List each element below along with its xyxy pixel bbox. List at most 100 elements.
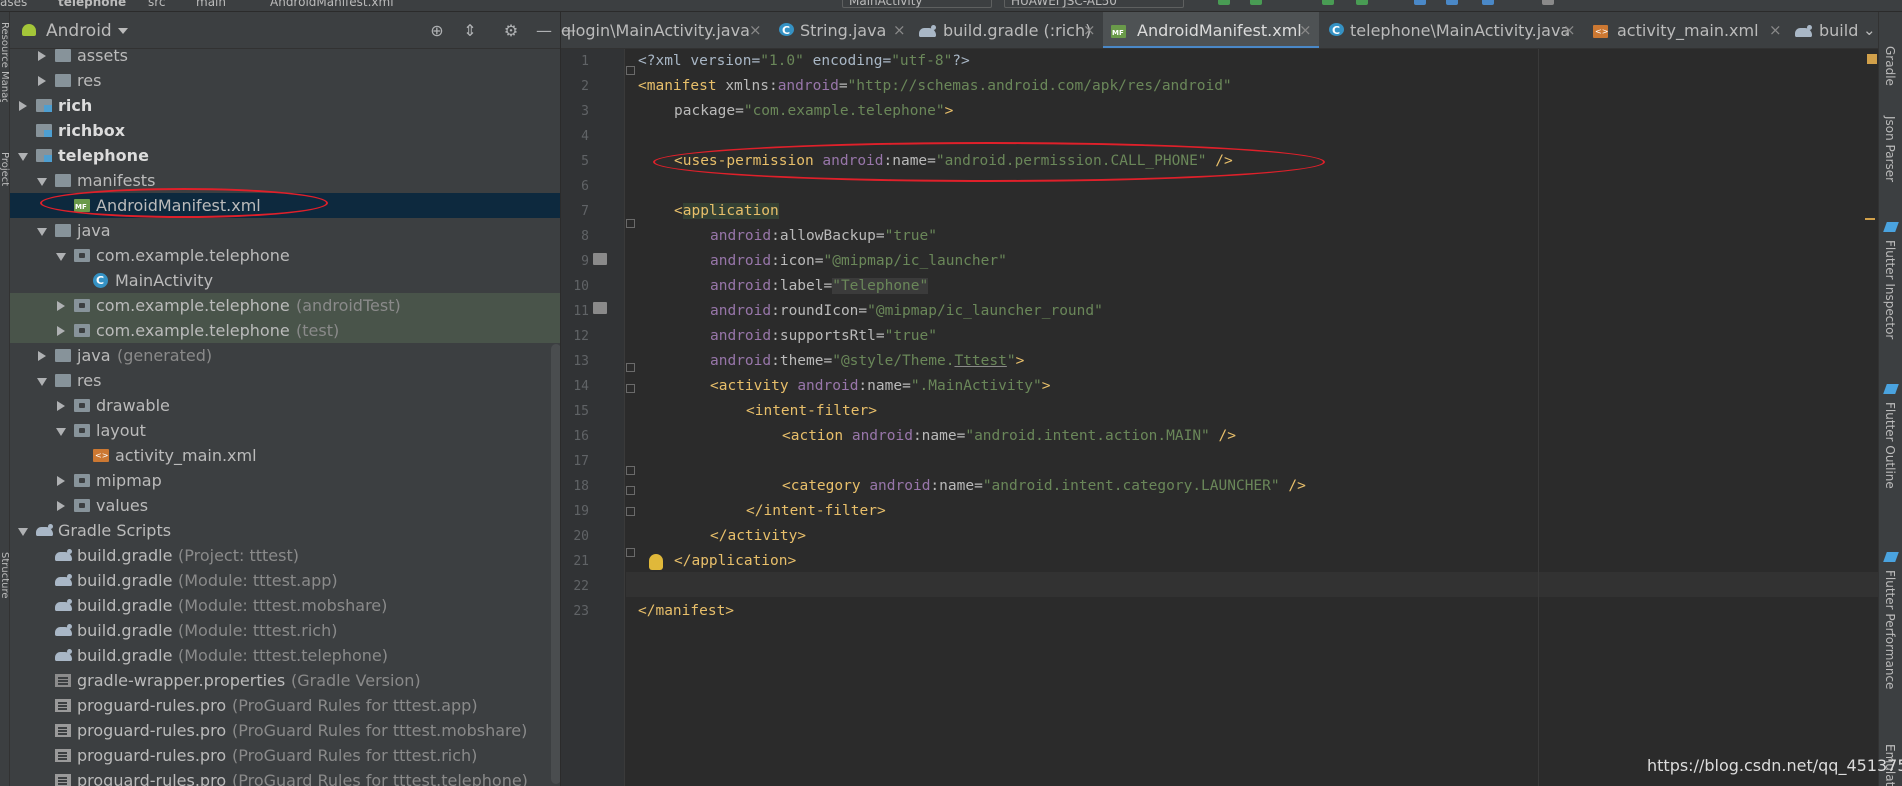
close-icon[interactable]: × bbox=[749, 12, 762, 48]
tree-item[interactable]: gradle-wrapper.properties (Gradle Version… bbox=[10, 668, 560, 693]
breadcrumb-item[interactable]: AndroidManifest.xml bbox=[270, 0, 394, 8]
close-icon[interactable]: × bbox=[1299, 12, 1312, 48]
search-icon[interactable] bbox=[1542, 0, 1554, 5]
tree-item[interactable]: build.gradle (Module: tttest.app) bbox=[10, 568, 560, 593]
chevron-down-icon[interactable]: ⌄ bbox=[1863, 12, 1876, 48]
project-view-select[interactable]: Android bbox=[46, 21, 112, 41]
tree-item[interactable]: build.gradle (Project: tttest) bbox=[10, 543, 560, 568]
tree-item[interactable]: MainActivity bbox=[10, 268, 560, 293]
tree-item[interactable]: com.example.telephone bbox=[10, 243, 560, 268]
tool-window-gradle[interactable]: Gradle bbox=[1883, 46, 1897, 86]
tool-window-resource-manager[interactable]: Resource Manager bbox=[0, 22, 10, 102]
tree-item[interactable]: proguard-rules.pro (ProGuard Rules for tt… bbox=[10, 768, 560, 786]
fold-marker-icon[interactable] bbox=[626, 363, 635, 372]
project-scrollbar[interactable] bbox=[551, 344, 560, 784]
chevron-down-icon[interactable] bbox=[118, 28, 128, 34]
tab-telephone-mainactivity[interactable]: telephone\MainActivity.java × bbox=[1323, 12, 1583, 48]
chevron-right-icon[interactable] bbox=[57, 401, 65, 411]
tool-window-json-parser[interactable]: Json Parser bbox=[1883, 116, 1897, 182]
fold-marker-icon[interactable] bbox=[626, 466, 635, 475]
tree-item[interactable]: Gradle Scripts bbox=[10, 518, 560, 543]
profile-icon[interactable] bbox=[1322, 0, 1334, 5]
fold-marker-icon[interactable] bbox=[626, 384, 635, 393]
close-icon[interactable]: × bbox=[1769, 12, 1782, 48]
fold-marker-icon[interactable] bbox=[626, 548, 635, 557]
tool-window-flutter-performance[interactable]: Flutter Performance bbox=[1883, 570, 1897, 689]
debug-icon[interactable] bbox=[1250, 0, 1262, 5]
tree-item[interactable]: res bbox=[10, 68, 560, 93]
tree-item[interactable]: rich bbox=[10, 93, 560, 118]
sdk-icon[interactable] bbox=[1482, 0, 1494, 5]
chevron-down-icon[interactable] bbox=[56, 428, 66, 436]
fold-marker-icon[interactable] bbox=[626, 66, 635, 75]
close-icon[interactable]: × bbox=[1563, 12, 1576, 48]
run-config-select[interactable]: MainActivity bbox=[842, 0, 992, 8]
tool-window-project[interactable]: Project bbox=[0, 152, 10, 292]
tree-item[interactable]: drawable bbox=[10, 393, 560, 418]
close-icon[interactable]: × bbox=[1083, 12, 1096, 48]
chevron-down-icon[interactable] bbox=[37, 378, 47, 386]
gear-icon[interactable]: ⚙ bbox=[502, 22, 520, 40]
locate-icon[interactable]: ⊕ bbox=[428, 22, 446, 40]
tree-item[interactable]: build.gradle (Module: tttest.rich) bbox=[10, 618, 560, 643]
breadcrumb-item[interactable]: src bbox=[148, 0, 166, 8]
chevron-down-icon[interactable] bbox=[37, 178, 47, 186]
chevron-down-icon[interactable] bbox=[37, 228, 47, 236]
breadcrumb-item[interactable]: main bbox=[196, 0, 226, 8]
tab-activity-main-xml[interactable]: activity_main.xml × bbox=[1587, 12, 1787, 48]
tree-item[interactable]: richbox bbox=[10, 118, 560, 143]
chevron-down-icon[interactable] bbox=[18, 153, 28, 161]
chevron-right-icon[interactable] bbox=[19, 101, 27, 111]
chevron-right-icon[interactable] bbox=[38, 51, 46, 61]
image-icon[interactable] bbox=[593, 302, 607, 314]
tree-item[interactable]: layout bbox=[10, 418, 560, 443]
tree-item[interactable]: telephone bbox=[10, 143, 560, 168]
tree-item[interactable]: build.gradle (Module: tttest.mobshare) bbox=[10, 593, 560, 618]
tree-item[interactable]: mipmap bbox=[10, 468, 560, 493]
chevron-right-icon[interactable] bbox=[57, 476, 65, 486]
tree-item[interactable]: activity_main.xml bbox=[10, 443, 560, 468]
fold-marker-icon[interactable] bbox=[626, 219, 635, 228]
warning-marker-icon[interactable] bbox=[1867, 54, 1877, 64]
lightbulb-icon[interactable] bbox=[649, 554, 663, 570]
tree-item[interactable]: proguard-rules.pro (ProGuard Rules for tt… bbox=[10, 693, 560, 718]
fold-marker-icon[interactable] bbox=[626, 507, 635, 516]
tree-item[interactable]: com.example.telephone (test) bbox=[10, 318, 560, 343]
collapse-all-icon[interactable]: ⇕ bbox=[461, 22, 479, 40]
code-editor[interactable]: 1 2 3 4 5 6 7 8 9 10 11 12 13 14 15 16 17 18 19 20 21 22 23 <?… bbox=[561, 49, 1878, 786]
attach-icon[interactable] bbox=[1356, 0, 1368, 5]
image-icon[interactable] bbox=[593, 253, 607, 265]
tree-item[interactable]: AndroidManifest.xml bbox=[10, 193, 560, 218]
close-icon[interactable]: × bbox=[893, 12, 906, 48]
sync-icon[interactable] bbox=[1414, 0, 1426, 5]
chevron-down-icon[interactable] bbox=[18, 528, 28, 536]
breadcrumb-item[interactable]: telephone bbox=[58, 0, 126, 8]
tree-item[interactable]: proguard-rules.pro (ProGuard Rules for tt… bbox=[10, 743, 560, 768]
fold-marker-icon[interactable] bbox=[626, 486, 635, 495]
tree-item[interactable]: manifests bbox=[10, 168, 560, 193]
chevron-right-icon[interactable] bbox=[38, 351, 46, 361]
chevron-down-icon[interactable] bbox=[56, 253, 66, 261]
tree-item[interactable]: assets bbox=[10, 43, 560, 68]
tree-item[interactable]: java (generated) bbox=[10, 343, 560, 368]
tab-build-truncated[interactable]: build ⌄ bbox=[1791, 12, 1878, 48]
tree-item[interactable]: res bbox=[10, 368, 560, 393]
breadcrumb-item[interactable]: ases bbox=[0, 0, 27, 8]
tab-build-gradle-rich[interactable]: build.gradle (:rich) × bbox=[915, 12, 1101, 48]
tree-item[interactable]: proguard-rules.pro (ProGuard Rules for tt… bbox=[10, 718, 560, 743]
chevron-right-icon[interactable] bbox=[38, 76, 46, 86]
tool-window-structure[interactable]: Structure bbox=[0, 552, 10, 652]
device-select[interactable]: HUAWEI JSC-AL50 bbox=[1004, 0, 1184, 8]
tree-item[interactable]: build.gradle (Module: tttest.telephone) bbox=[10, 643, 560, 668]
chevron-right-icon[interactable] bbox=[57, 326, 65, 336]
tree-item[interactable]: java bbox=[10, 218, 560, 243]
tab-qlogin-mainactivity[interactable]: — qlogin\MainActivity.java × bbox=[561, 12, 767, 48]
tree-item[interactable]: values bbox=[10, 493, 560, 518]
tab-string-java[interactable]: String.java × bbox=[773, 12, 913, 48]
tool-window-flutter-outline[interactable]: Flutter Outline bbox=[1883, 402, 1897, 489]
run-icon[interactable] bbox=[1218, 0, 1230, 5]
error-stripe-mark[interactable] bbox=[1865, 218, 1875, 220]
chevron-right-icon[interactable] bbox=[57, 301, 65, 311]
avd-icon[interactable] bbox=[1446, 0, 1458, 5]
tab-androidmanifest-xml[interactable]: AndroidManifest.xml × bbox=[1103, 12, 1319, 48]
